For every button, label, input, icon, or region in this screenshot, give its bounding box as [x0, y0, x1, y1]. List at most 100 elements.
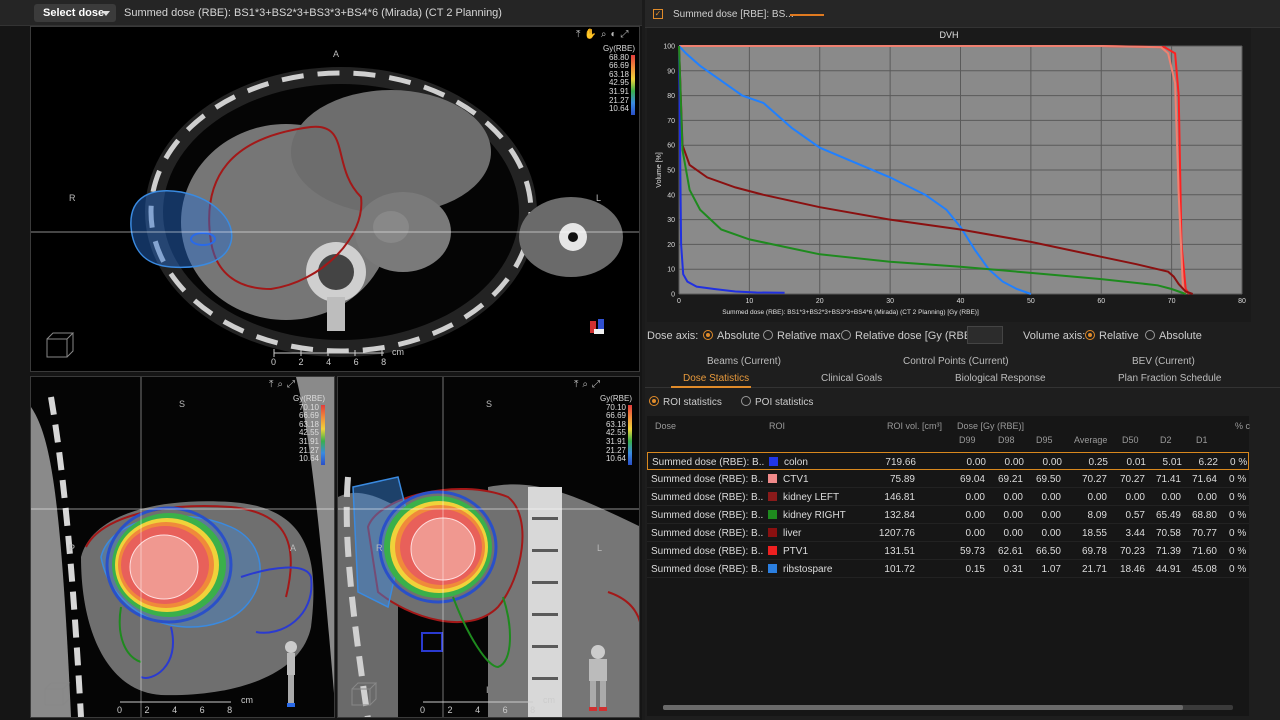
dose-axis-label: Dose axis: — [647, 330, 699, 342]
tab-biological-response[interactable]: Biological Response — [955, 373, 1046, 384]
table-row[interactable]: Summed dose (RBE): B... ribstospare 101.72… — [647, 560, 1249, 578]
sagittal-view[interactable]: S P A ⤒⌕⤢ Gy(RBE) 70.10 66.69 63.18 42.5… — [30, 376, 335, 718]
dvh-tab-label[interactable]: Summed dose [RBE]: BS... — [673, 9, 794, 20]
table-row[interactable]: Summed dose (RBE): B... PTV1 131.51 59.73 62… — [647, 542, 1249, 560]
scale-ruler: 0 2 4 6 8 — [271, 357, 411, 367]
maximize-icon[interactable]: ⤢ — [287, 379, 299, 390]
column-header-d95[interactable]: D95 — [1036, 435, 1053, 445]
cell-pct: 0 % — [1229, 474, 1247, 485]
table-row[interactable]: Summed dose (RBE): B... kidney RIGHT 132.8… — [647, 506, 1249, 524]
table-row[interactable]: Summed dose (RBE): B... CTV1 75.89 69.04 69.… — [647, 470, 1249, 488]
cell-vol: 719.66 — [885, 457, 916, 468]
select-dose-dropdown[interactable]: Select dose — [34, 4, 116, 22]
column-header-dose[interactable]: Dose — [655, 421, 676, 431]
scrollbar-thumb[interactable] — [663, 705, 1183, 710]
dose-axis-relative-dose-radio[interactable]: Relative dose [Gy (RBE)]: — [841, 330, 981, 342]
volume-axis-absolute-radio[interactable]: Absolute — [1145, 330, 1202, 342]
cell-d2: 71.39 — [1155, 546, 1181, 557]
radio-icon[interactable] — [1145, 330, 1155, 340]
tab-bev[interactable]: BEV (Current) — [1132, 356, 1195, 367]
scale-ruler: 0 2 4 6 8 — [117, 705, 257, 715]
radio-icon[interactable] — [763, 330, 773, 340]
dose-axis-relative-max-radio[interactable]: Relative max — [763, 330, 841, 342]
orientation-posterior: P — [69, 543, 76, 553]
radio-icon[interactable] — [703, 330, 713, 340]
axial-ct-image — [31, 67, 639, 358]
column-header-d1[interactable]: D1 — [1196, 435, 1208, 445]
active-tab-indicator — [671, 386, 751, 388]
column-header-roi-volume[interactable]: ROI vol. [cm³] — [887, 421, 942, 431]
x-tick-label: 30 — [886, 298, 894, 305]
tab-clinical-goals[interactable]: Clinical Goals — [821, 373, 882, 384]
roi-statistics-radio[interactable]: ROI statistics — [649, 396, 722, 408]
cell-avg: 69.78 — [1081, 546, 1107, 557]
radio-label: Absolute — [717, 330, 760, 342]
dose-statistics-table: Dose ROI ROI vol. [cm³] Dose [Gy (RBE)] … — [647, 416, 1250, 716]
orientation-superior: S — [486, 399, 493, 409]
orientation-left: L — [597, 543, 603, 553]
dose-visibility-checkbox[interactable]: ✓ — [653, 9, 663, 19]
radio-icon[interactable] — [841, 330, 851, 340]
dvh-plot: DVH 0 10 20 30 40 50 60 70 80 0 10 20 30 40 50 60 70 80 9… — [656, 30, 1246, 316]
x-tick-label: 80 — [1238, 298, 1246, 305]
table-row[interactable]: Summed dose (RBE): B... colon 719.66 0.00 0.… — [647, 452, 1249, 470]
radio-icon[interactable] — [1085, 330, 1095, 340]
relative-dose-input[interactable] — [967, 326, 1003, 344]
volume-axis-relative-radio[interactable]: Relative — [1085, 330, 1139, 342]
zoom-icon[interactable]: ⌕ — [277, 379, 287, 390]
cell-d98: 0.00 — [1004, 457, 1024, 468]
x-tick-label: 20 — [816, 298, 824, 305]
coronal-view[interactable]: S R L I ⤒⌕⤢ Gy(RBE) 70.10 66.69 63.18 42… — [337, 376, 640, 718]
maximize-icon[interactable]: ⤢ — [592, 379, 604, 390]
cell-vol: 146.81 — [884, 492, 915, 503]
table-row[interactable]: Summed dose (RBE): B... kidney LEFT 146.81… — [647, 488, 1249, 506]
cell-pct: 0 % — [1229, 528, 1247, 539]
hand-icon[interactable]: ✋ — [584, 29, 600, 40]
tab-dose-statistics[interactable]: Dose Statistics — [683, 373, 749, 384]
view-tools: ⤒⌕⤢ — [574, 379, 604, 390]
dose-axis-absolute-radio[interactable]: Absolute — [703, 330, 760, 342]
cell-avg: 18.55 — [1081, 528, 1107, 539]
dose-legend: Gy(RBE) 70.10 66.69 63.18 42.55 31.91 21… — [588, 394, 632, 465]
column-header-roi[interactable]: ROI — [769, 421, 785, 431]
column-header-dose-group: Dose [Gy (RBE)] — [957, 421, 1025, 431]
column-header-d98[interactable]: D98 — [998, 435, 1015, 445]
column-header-d2[interactable]: D2 — [1160, 435, 1172, 445]
column-header-average[interactable]: Average — [1074, 435, 1107, 445]
cell-d98: 62.61 — [997, 546, 1023, 557]
x-tick-label: 0 — [677, 298, 681, 305]
ruler-tick: 6 — [353, 357, 359, 367]
maximize-icon[interactable]: ⤢ — [621, 29, 633, 40]
tab-plan-fraction-schedule[interactable]: Plan Fraction Schedule — [1118, 373, 1221, 384]
column-header-d99[interactable]: D99 — [959, 435, 976, 445]
radio-icon[interactable] — [649, 396, 659, 406]
y-tick-label: 90 — [667, 68, 675, 75]
table-row[interactable]: Summed dose (RBE): B... liver 1207.76 0.00 0… — [647, 524, 1249, 542]
y-tick-label: 0 — [671, 292, 675, 299]
ruler-unit: cm — [241, 695, 253, 705]
cell-pct: 0 % — [1229, 564, 1247, 575]
tab-control-points[interactable]: Control Points (Current) — [903, 356, 1009, 367]
dvh-chart[interactable]: DVH 0 10 20 30 40 50 60 70 80 0 10 20 30 40 50 60 70 80 9… — [647, 28, 1251, 322]
window-level-icon[interactable]: ◐ — [610, 29, 620, 40]
dvh-line-style-swatch — [790, 14, 824, 16]
cell-d99: 0.00 — [965, 492, 985, 503]
tab-beams[interactable]: Beams (Current) — [707, 356, 781, 367]
ruler-tick: 4 — [172, 705, 178, 715]
y-tick-label: 100 — [663, 44, 675, 51]
axial-view[interactable]: A R L ⤒✋⌕◐⤢ Gy(RBE) 68.80 66.69 63.18 42… — [30, 26, 640, 372]
dvh-tab-bar: ✓ Summed dose [RBE]: BS... — [645, 0, 1280, 28]
cell-avg: 0.25 — [1088, 457, 1108, 468]
radio-icon[interactable] — [741, 396, 751, 406]
zoom-icon[interactable]: ⌕ — [582, 379, 592, 390]
cell-d2: 44.91 — [1155, 564, 1181, 575]
statistics-type-options: ROI statistics POI statistics — [645, 392, 1280, 412]
cell-d1: 45.08 — [1191, 564, 1217, 575]
cell-d99: 69.04 — [959, 474, 985, 485]
poi-statistics-radio[interactable]: POI statistics — [741, 396, 813, 408]
column-header-d50[interactable]: D50 — [1122, 435, 1139, 445]
y-tick-label: 60 — [667, 143, 675, 150]
cell-d1: 0.00 — [1197, 492, 1217, 503]
column-header-percent[interactable]: % c — [1235, 421, 1250, 431]
view-tools: ⤒⌕⤢ — [269, 379, 299, 390]
